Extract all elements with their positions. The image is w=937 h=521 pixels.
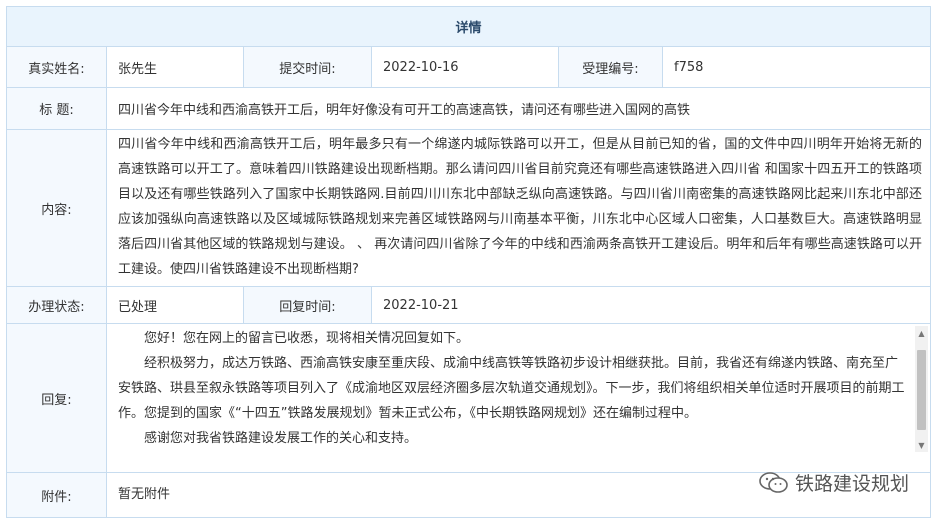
detail-title: 详情: [455, 21, 482, 36]
reply-label: 回复:: [7, 324, 107, 472]
wechat-icon: [759, 471, 788, 493]
reply-paragraph: 您好！您在网上的留言已收悉，现将相关情况回复如下。: [144, 331, 470, 346]
name-label: 真实姓名:: [7, 47, 107, 87]
content-row: 内容: 四川省今年中线和西渝高铁开工后，明年最多只有一个绵遂内城际铁路可以开工，…: [7, 130, 930, 287]
reply-text: 您好！您在网上的留言已收悉，现将相关情况回复如下。 经积极努力，成达万铁路、西渝…: [107, 324, 914, 472]
watermark: 铁路建设规划: [759, 469, 909, 496]
content-value: 四川省今年中线和西渝高铁开工后，明年最多只有一个绵遂内城际铁路可以开工，但是从目…: [118, 137, 922, 277]
status-row: 办理状态: 已处理 回复时间: 2022-10-21: [7, 287, 930, 324]
status-label: 办理状态:: [7, 287, 107, 323]
watermark-text: 铁路建设规划: [794, 473, 909, 495]
reply-paragraph: 感谢您对我省铁路建设发展工作的关心和支持。: [144, 431, 418, 446]
accept-number-value: f758: [674, 59, 704, 75]
scroll-down-arrow-icon[interactable]: ▼: [915, 438, 928, 452]
attachment-label: 附件:: [7, 473, 107, 517]
name-value: 张先生: [107, 47, 244, 87]
info-row: 真实姓名: 张先生 提交时间: 2022-10-16 受理编号: f758: [7, 47, 930, 88]
submit-time-value: 2022-10-16: [372, 47, 559, 87]
reply-time-value: 2022-10-21: [383, 297, 459, 313]
reply-paragraph: 经积极努力，成达万铁路、西渝高铁安康至重庆段、成渝中线高铁等铁路初步设计相继获批…: [118, 356, 905, 421]
subject-row: 标 题: 四川省今年中线和西渝高铁开工后，明年好像没有可开工的高速高铁，请问还有…: [7, 88, 930, 130]
subject-label: 标 题:: [7, 88, 107, 129]
reply-time-label: 回复时间:: [244, 287, 372, 323]
accept-number-label: 受理编号:: [559, 47, 663, 87]
content-label: 内容:: [7, 130, 107, 286]
scrollbar-thumb[interactable]: [917, 350, 926, 430]
reply-row: 回复: 您好！您在网上的留言已收悉，现将相关情况回复如下。 经积极努力，成达万铁…: [7, 324, 930, 473]
submit-time-label: 提交时间:: [244, 47, 372, 87]
subject-value: 四川省今年中线和西渝高铁开工后，明年好像没有可开工的高速高铁，请问还有哪些进入国…: [118, 103, 691, 118]
reply-box[interactable]: 您好！您在网上的留言已收悉，现将相关情况回复如下。 经积极努力，成达万铁路、西渝…: [107, 324, 930, 472]
reply-scrollbar[interactable]: ▲ ▼: [915, 326, 928, 452]
scroll-up-arrow-icon[interactable]: ▲: [915, 326, 928, 340]
detail-table: 详情 真实姓名: 张先生 提交时间: 2022-10-16 受理编号: f758…: [6, 6, 931, 518]
detail-header: 详情: [7, 7, 930, 47]
status-value: 已处理: [107, 287, 244, 323]
